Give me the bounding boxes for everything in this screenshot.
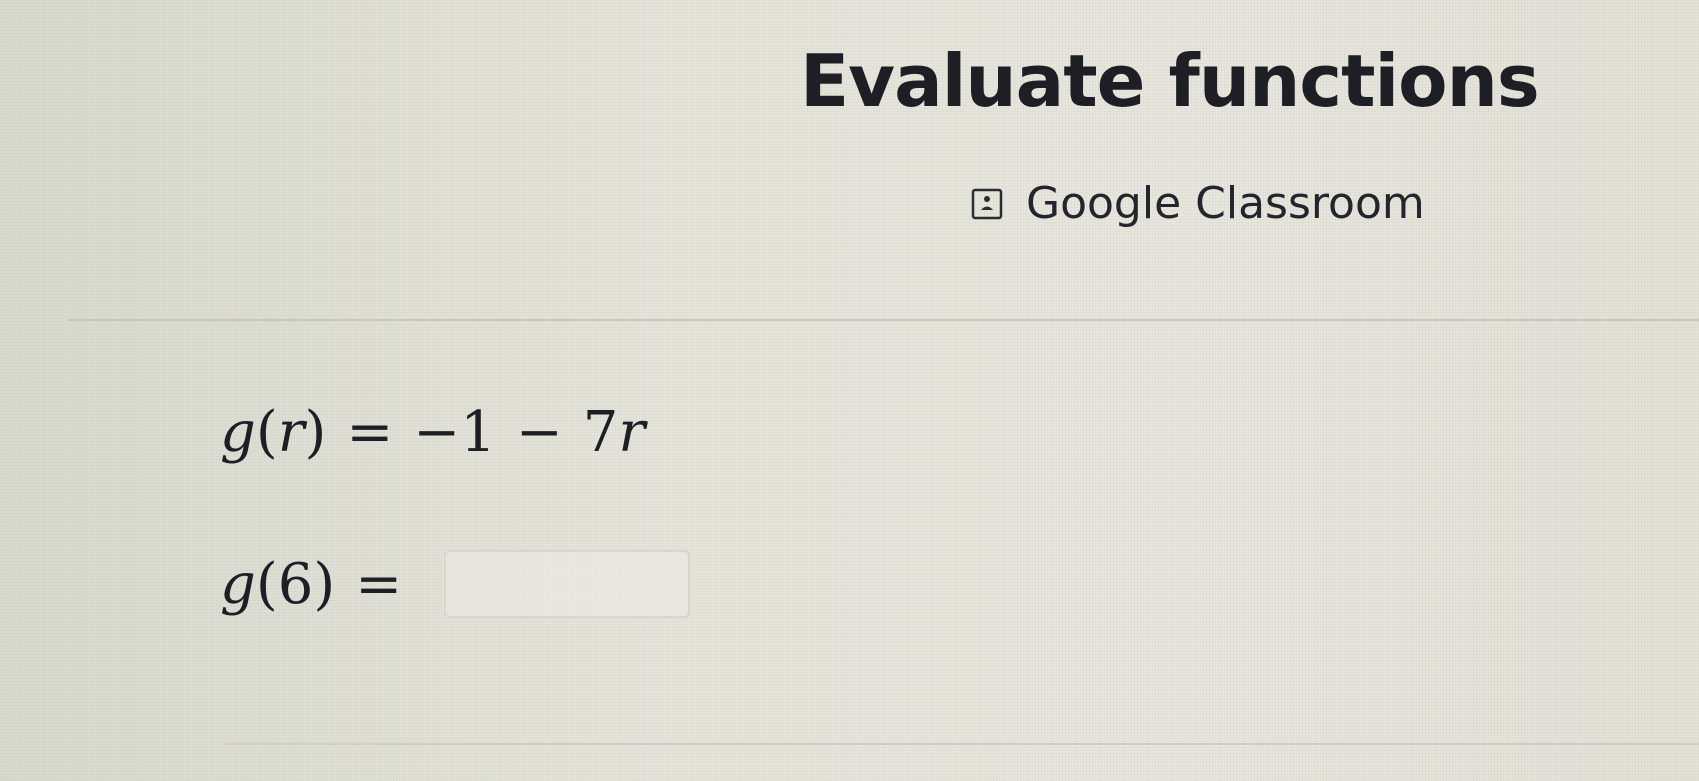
close-paren: ) — [304, 400, 327, 465]
function-variable: r — [277, 400, 305, 465]
minus-operator: − — [515, 400, 563, 465]
function-name: g — [220, 400, 256, 465]
close-paren: ) — [313, 551, 336, 617]
evaluate-function-name: g — [220, 551, 256, 617]
term-variable: r — [618, 400, 646, 465]
open-paren: ( — [255, 400, 278, 465]
google-classroom-button[interactable]: Google Classroom — [970, 178, 1425, 229]
open-paren: ( — [255, 551, 278, 617]
constant-term: −1 — [413, 400, 496, 465]
answer-input[interactable] — [444, 550, 691, 618]
evaluate-argument: 6 — [277, 551, 314, 617]
equals-sign: = — [346, 400, 394, 465]
google-classroom-label: Google Classroom — [1026, 178, 1425, 229]
coefficient: 7 — [582, 400, 619, 465]
divider-bottom — [225, 743, 1699, 745]
equals-sign: = — [355, 551, 403, 617]
function-definition: g ( r ) = −1 − 7 r — [220, 400, 645, 465]
page-title: Evaluate functions — [800, 39, 1540, 123]
divider-top — [68, 319, 1699, 321]
google-classroom-icon — [970, 187, 1004, 221]
evaluate-expression: g ( 6 ) = — [220, 550, 691, 618]
